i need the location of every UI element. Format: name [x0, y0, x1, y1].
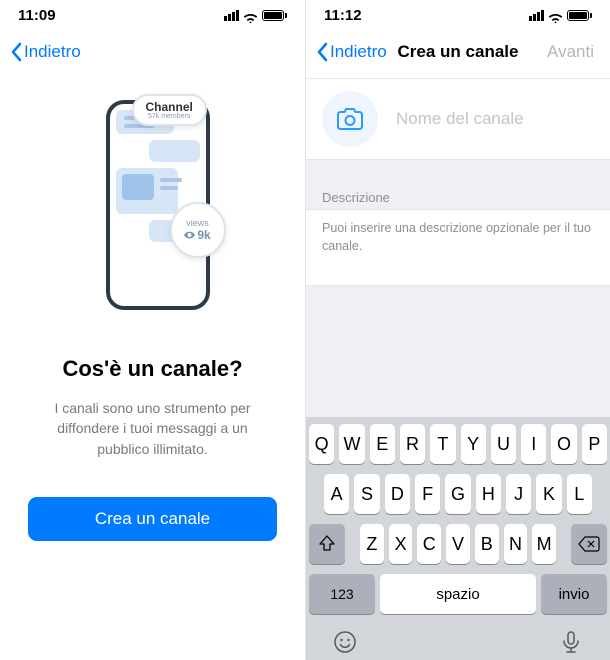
chevron-left-icon: [10, 42, 22, 62]
key-d[interactable]: D: [385, 474, 410, 514]
channel-name-input[interactable]: Nome del canale: [396, 109, 524, 129]
key-b[interactable]: B: [475, 524, 499, 564]
signal-icon: [529, 10, 544, 21]
backspace-icon: [578, 536, 600, 552]
status-time: 11:09: [18, 7, 56, 24]
key-backspace[interactable]: [571, 524, 607, 564]
key-z[interactable]: Z: [360, 524, 384, 564]
create-channel-button[interactable]: Crea un canale: [28, 497, 277, 541]
key-j[interactable]: J: [506, 474, 531, 514]
key-k[interactable]: K: [536, 474, 561, 514]
key-o[interactable]: O: [551, 424, 576, 464]
key-y[interactable]: Y: [461, 424, 486, 464]
emoji-icon[interactable]: [333, 630, 357, 654]
keyboard: Q W E R T Y U I O P A S D F G H J K L: [306, 417, 610, 660]
back-label: Indietro: [24, 42, 81, 62]
status-time: 11:12: [324, 7, 362, 24]
key-a[interactable]: A: [324, 474, 349, 514]
key-f[interactable]: F: [415, 474, 440, 514]
key-i[interactable]: I: [521, 424, 546, 464]
key-n[interactable]: N: [504, 524, 528, 564]
description-section[interactable]: Puoi inserire una descrizione opzionale …: [306, 210, 610, 286]
key-numbers[interactable]: 123: [309, 574, 375, 614]
intro-description: I canali sono uno strumento per diffonde…: [28, 398, 277, 459]
channel-badge: Channel 57k members: [132, 94, 207, 126]
key-q[interactable]: Q: [309, 424, 334, 464]
back-label: Indietro: [330, 42, 387, 62]
key-s[interactable]: S: [354, 474, 379, 514]
key-l[interactable]: L: [567, 474, 592, 514]
keyboard-bottom: [309, 624, 607, 656]
key-g[interactable]: G: [445, 474, 470, 514]
nav-bar: Indietro: [0, 30, 305, 74]
key-e[interactable]: E: [370, 424, 395, 464]
battery-icon: [567, 10, 592, 21]
keyboard-row-1: Q W E R T Y U I O P: [309, 424, 607, 464]
back-button[interactable]: Indietro: [316, 42, 387, 62]
status-bar: 11:09: [0, 0, 305, 30]
phone-intro: 11:09 Indietro: [0, 0, 305, 660]
chevron-left-icon: [316, 42, 328, 62]
camera-icon: [337, 108, 363, 130]
key-h[interactable]: H: [476, 474, 501, 514]
key-r[interactable]: R: [400, 424, 425, 464]
badge-subtitle: 57k members: [146, 113, 193, 120]
status-indicators: [529, 10, 592, 21]
description-header: Descrizione: [306, 184, 610, 210]
microphone-icon[interactable]: [559, 630, 583, 654]
key-u[interactable]: U: [491, 424, 516, 464]
battery-icon: [262, 10, 287, 21]
badge-title: Channel: [146, 101, 193, 113]
key-space[interactable]: spazio: [380, 574, 536, 614]
nav-bar: Indietro Crea un canale Avanti: [306, 30, 610, 74]
intro-title: Cos'è un canale?: [62, 356, 242, 382]
signal-icon: [224, 10, 239, 21]
keyboard-row-4: 123 spazio invio: [309, 574, 607, 614]
key-w[interactable]: W: [339, 424, 364, 464]
key-m[interactable]: M: [532, 524, 556, 564]
description-help: Puoi inserire una descrizione opzionale …: [322, 220, 594, 255]
channel-photo-button[interactable]: [322, 91, 378, 147]
key-t[interactable]: T: [430, 424, 455, 464]
next-button[interactable]: Avanti: [547, 42, 600, 62]
views-count: 9k: [197, 228, 210, 242]
key-enter[interactable]: invio: [541, 574, 607, 614]
back-button[interactable]: Indietro: [10, 42, 81, 62]
keyboard-row-2: A S D F G H J K L: [309, 474, 607, 514]
key-x[interactable]: X: [389, 524, 413, 564]
shift-icon: [318, 535, 336, 553]
phone-create-form: 11:12 Indietro Crea un canale Avanti: [305, 0, 610, 660]
channel-illustration: Channel 57k members views 9k: [78, 82, 228, 330]
key-shift[interactable]: [309, 524, 345, 564]
wifi-icon: [243, 10, 258, 21]
key-p[interactable]: P: [582, 424, 607, 464]
key-v[interactable]: V: [446, 524, 470, 564]
intro-content: Channel 57k members views 9k Cos'è un ca…: [0, 74, 305, 660]
key-c[interactable]: C: [417, 524, 441, 564]
views-label: views: [186, 219, 209, 228]
form-content: Nome del canale Descrizione Puoi inserir…: [306, 74, 610, 660]
status-indicators: [224, 10, 287, 21]
keyboard-row-3: Z X C V B N M: [309, 524, 607, 564]
status-bar: 11:12: [306, 0, 610, 30]
eye-icon: [184, 231, 195, 239]
views-badge: views 9k: [170, 202, 226, 258]
wifi-icon: [548, 10, 563, 21]
name-row: Nome del canale: [306, 78, 610, 160]
